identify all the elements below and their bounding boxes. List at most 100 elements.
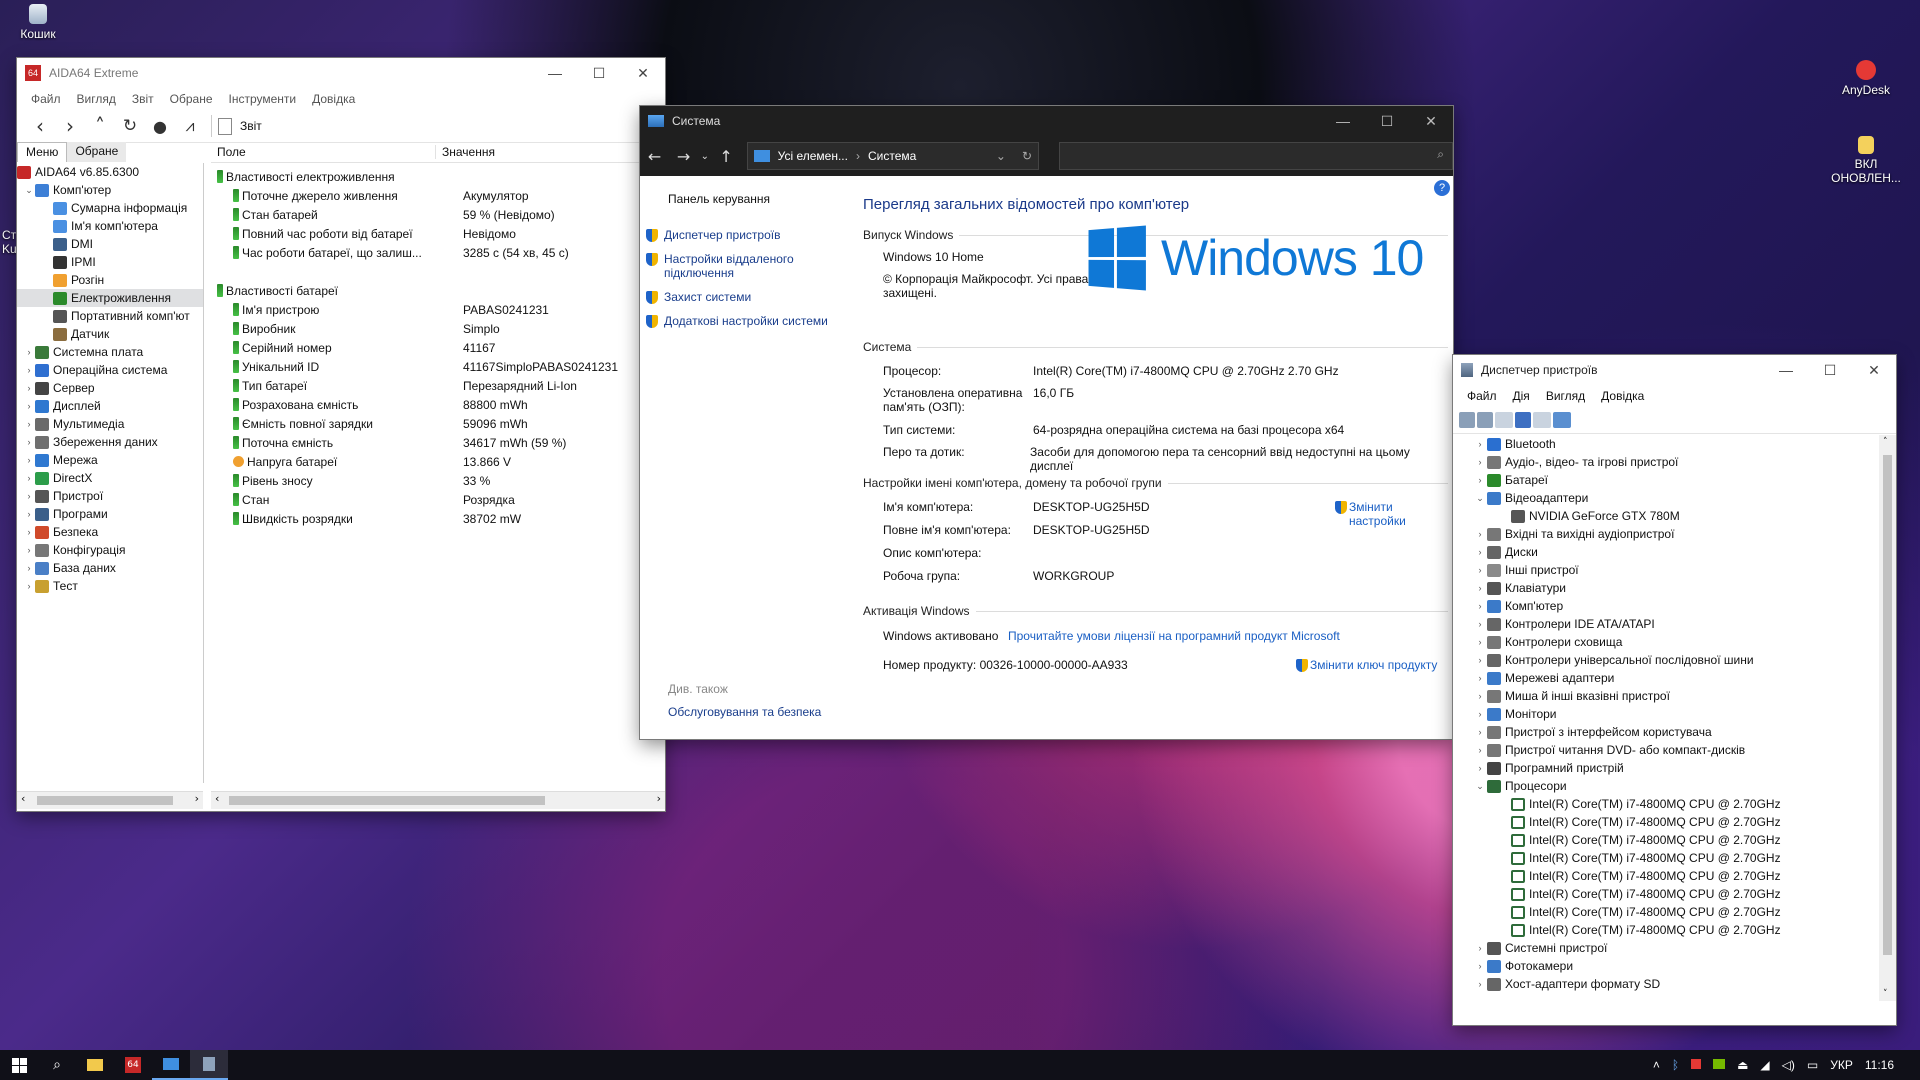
back-icon[interactable]: [1459, 412, 1475, 428]
grid-row[interactable]: Стан батарей 59 % (Невідомо): [211, 205, 665, 224]
grid-row[interactable]: Поточне джерело живлення Акумулятор: [211, 186, 665, 205]
menu-favorites[interactable]: Обране: [162, 92, 221, 106]
sidebar-link-remote-settings[interactable]: Настройки віддаленого підключення: [646, 252, 846, 280]
grid-row[interactable]: Час роботи батареї, що залиш... 3285 с (5…: [211, 243, 665, 262]
chevron-right-icon[interactable]: ›: [1473, 475, 1487, 485]
update-shortcut-desktop-icon[interactable]: ВКЛ ОНОВЛЕН...: [1826, 136, 1906, 185]
chevron-down-icon[interactable]: ⌄: [23, 185, 35, 196]
system-titlebar[interactable]: Система — ☐ ✕: [640, 106, 1453, 136]
security-maintenance-link[interactable]: Обслуговування та безпека: [668, 705, 821, 719]
chevron-right-icon[interactable]: ›: [1473, 727, 1487, 737]
back-icon[interactable]: ←: [640, 147, 669, 166]
menu-help[interactable]: Довідка: [304, 92, 363, 106]
grid-scroll-thumb[interactable]: [229, 796, 545, 805]
minimize-button[interactable]: —: [1321, 106, 1365, 136]
device-tree-item[interactable]: › Пристрої читання DVD- або компакт-дискі…: [1453, 741, 1878, 759]
address-dropdown-icon[interactable]: ⌄: [996, 149, 1006, 163]
up-icon[interactable]: ↑: [712, 147, 741, 166]
tree-item[interactable]: Електроживлення: [17, 289, 203, 307]
tree-item[interactable]: › Тест: [17, 577, 203, 595]
device-tree-item[interactable]: Intel(R) Core(TM) i7-4800MQ CPU @ 2.70GH…: [1453, 885, 1878, 903]
minimize-button[interactable]: —: [533, 58, 577, 88]
device-tree-item[interactable]: Intel(R) Core(TM) i7-4800MQ CPU @ 2.70GH…: [1453, 831, 1878, 849]
chevron-right-icon[interactable]: ›: [1473, 619, 1487, 629]
menu-view[interactable]: Вигляд: [1538, 389, 1593, 403]
minimize-button[interactable]: —: [1764, 355, 1808, 385]
grid-row[interactable]: Швидкість розрядки 38702 mW: [211, 509, 665, 528]
maximize-button[interactable]: ☐: [577, 58, 621, 88]
grid-row[interactable]: Ємність повної зарядки 59096 mWh: [211, 414, 665, 433]
grid-row[interactable]: Тип батареї Перезарядний Li-Ion: [211, 376, 665, 395]
tree-item[interactable]: › Конфігурація: [17, 541, 203, 559]
details-icon[interactable]: [1533, 412, 1551, 428]
chevron-right-icon[interactable]: ›: [1473, 691, 1487, 701]
device-tree-item[interactable]: › Монітори: [1453, 705, 1878, 723]
input-language[interactable]: УКР: [1824, 1058, 1859, 1072]
tree-item[interactable]: › Безпека: [17, 523, 203, 541]
chevron-down-icon[interactable]: ⌄: [1473, 493, 1487, 504]
chevron-right-icon[interactable]: ›: [23, 365, 35, 375]
chevron-right-icon[interactable]: ›: [23, 419, 35, 429]
grid-row[interactable]: Унікальний ID 41167SimploPABAS0241231: [211, 357, 665, 376]
chevron-right-icon[interactable]: ›: [23, 437, 35, 447]
chevron-right-icon[interactable]: ›: [1473, 961, 1487, 971]
address-bar[interactable]: Усі елемен... › Система ⌄ ↻: [746, 142, 1039, 170]
device-tree-item[interactable]: › Миша й інші вказівні пристрої: [1453, 687, 1878, 705]
nvidia-tray-icon[interactable]: [1707, 1058, 1731, 1072]
close-button[interactable]: ✕: [1409, 106, 1453, 136]
menu-tools[interactable]: Інструменти: [221, 92, 305, 106]
close-button[interactable]: ✕: [1852, 355, 1896, 385]
report-button-label[interactable]: Звіт: [240, 119, 262, 133]
breadcrumb-system[interactable]: Система: [868, 149, 916, 163]
grid-row[interactable]: Напруга батареї 13.866 V: [211, 452, 665, 471]
breadcrumb-all-items[interactable]: Усі елемен...: [778, 149, 848, 163]
sidebar-link-device-manager[interactable]: Диспетчер пристроїв: [646, 228, 846, 243]
usb-tray-icon[interactable]: ⏏: [1731, 1058, 1754, 1072]
chevron-right-icon[interactable]: ›: [1473, 439, 1487, 449]
help-icon[interactable]: ?: [1434, 180, 1450, 196]
chevron-right-icon[interactable]: ›: [1473, 637, 1487, 647]
bluetooth-icon[interactable]: ᛒ: [1666, 1058, 1685, 1072]
grid-horizontal-scrollbar[interactable]: ‹ ›: [211, 791, 665, 809]
device-tree-scroll-thumb[interactable]: [1883, 455, 1892, 955]
system-taskbar-icon[interactable]: [152, 1050, 190, 1080]
scroll-up-icon[interactable]: ˄: [1883, 437, 1888, 447]
file-explorer-icon[interactable]: [76, 1050, 114, 1080]
tab-menu[interactable]: Меню: [17, 142, 68, 162]
device-manager-window[interactable]: Диспетчер пристроїв — ☐ ✕ Файл Дія Вигля…: [1453, 355, 1896, 1025]
chevron-right-icon[interactable]: ›: [1473, 979, 1487, 989]
refresh-icon[interactable]: ↻: [115, 116, 145, 136]
tree-item[interactable]: Розгін: [17, 271, 203, 289]
chevron-right-icon[interactable]: ›: [23, 581, 35, 591]
menu-view[interactable]: Вигляд: [69, 92, 124, 106]
chevron-right-icon[interactable]: ›: [1473, 709, 1487, 719]
tree-root[interactable]: AIDA64 v6.85.6300: [17, 163, 203, 181]
grid-row[interactable]: Рівень зносу 33 %: [211, 471, 665, 490]
tree-item[interactable]: Портативний комп'ют: [17, 307, 203, 325]
license-terms-link[interactable]: Прочитайте умови ліцензії на програмний …: [1008, 629, 1340, 643]
grid-row[interactable]: Серійний номер 41167: [211, 338, 665, 357]
tree-item[interactable]: › DirectX: [17, 469, 203, 487]
column-field[interactable]: Поле: [211, 145, 436, 159]
tree-item[interactable]: › Системна плата: [17, 343, 203, 361]
grid-scroll-left-icon[interactable]: ‹: [215, 792, 219, 805]
sidebar-link-system-protection[interactable]: Захист системи: [646, 290, 846, 305]
monitor-icon[interactable]: [1553, 412, 1571, 428]
grid-row[interactable]: Виробник Simplo: [211, 319, 665, 338]
close-button[interactable]: ✕: [621, 58, 665, 88]
forward-icon[interactable]: ›: [55, 114, 85, 138]
tree-item[interactable]: DMI: [17, 235, 203, 253]
forward-icon[interactable]: →: [669, 147, 698, 166]
chevron-right-icon[interactable]: ›: [1473, 457, 1487, 467]
device-tree-item[interactable]: Intel(R) Core(TM) i7-4800MQ CPU @ 2.70GH…: [1453, 795, 1878, 813]
menu-file[interactable]: Файл: [23, 92, 69, 106]
device-tree-item[interactable]: › Хост-адаптери формату SD: [1453, 975, 1878, 993]
maximize-button[interactable]: ☐: [1365, 106, 1409, 136]
aida64-navigation-tree[interactable]: AIDA64 v6.85.6300 ⌄ Комп'ютер Сумарна інфо…: [17, 163, 204, 783]
change-settings-link[interactable]: Змінити настройки: [1335, 500, 1435, 528]
device-tree[interactable]: › Bluetooth › Аудіо-, відео- та ігрові прис…: [1453, 435, 1878, 1000]
chevron-right-icon[interactable]: ›: [23, 455, 35, 465]
chevron-right-icon[interactable]: ›: [1473, 529, 1487, 539]
start-button[interactable]: [0, 1050, 38, 1080]
chevron-right-icon[interactable]: ›: [1473, 601, 1487, 611]
